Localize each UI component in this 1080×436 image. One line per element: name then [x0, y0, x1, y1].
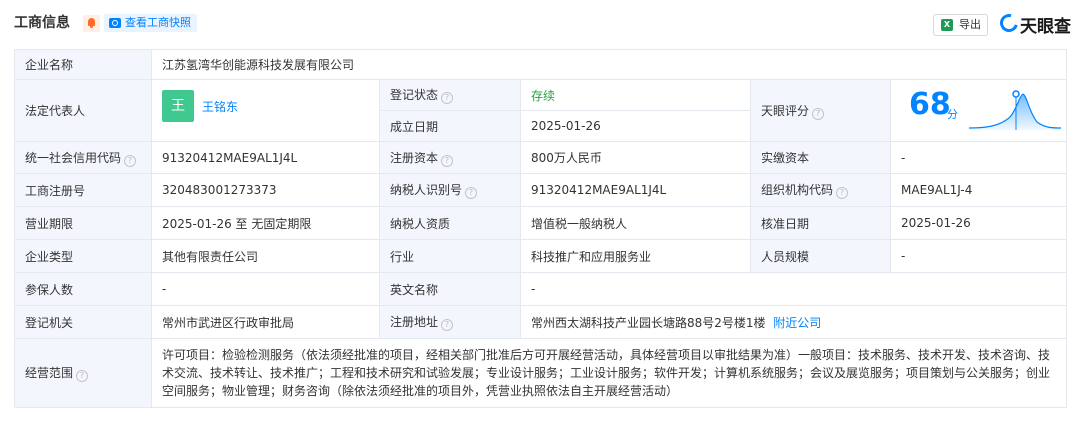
avatar[interactable]: 王: [162, 90, 194, 122]
help-icon[interactable]: ?: [441, 92, 454, 104]
paid-capital-value: -: [889, 141, 1068, 174]
score-marker-dot: [1012, 90, 1020, 98]
excel-icon: X: [941, 19, 953, 31]
approval-date-value: 2025-01-26: [889, 206, 1068, 240]
section-title: 工商信息: [14, 15, 70, 31]
table-row: 法定代表人 王 王铭东 登记状态? 存续 天眼评分? 68 分: [14, 79, 1068, 142]
taxpayer-id-label: 纳税人识别号: [390, 183, 463, 197]
scope-label-cell: 经营范围?: [14, 338, 152, 408]
view-snapshot-label: 查看工商快照: [125, 16, 191, 29]
table-row: 经营范围? 许可项目：检验检测服务（依法须经批准的项目，经相关部门批准后方可开展…: [14, 338, 1068, 408]
industry-value: 科技推广和应用服务业: [520, 239, 751, 273]
brand-name: 天眼查: [1020, 17, 1071, 37]
business-info-table: 企业名称 江苏氢湾华创能源科技发展有限公司 法定代表人 王 王铭东 登记状态? …: [14, 49, 1068, 408]
help-icon[interactable]: ?: [465, 187, 478, 199]
credit-code-label-cell: 统一社会信用代码?: [14, 141, 152, 174]
bell-icon[interactable]: [83, 15, 100, 32]
distribution-area: [969, 94, 1061, 130]
help-icon[interactable]: ?: [836, 187, 849, 199]
score-unit: 分: [947, 108, 958, 121]
reg-status-value: 存续: [520, 79, 751, 111]
help-icon[interactable]: ?: [812, 107, 825, 120]
taxpayer-qual-value: 增值税一般纳税人: [520, 206, 751, 240]
biz-reg-no-label: 工商注册号: [14, 173, 152, 207]
reg-capital-label: 注册资本: [390, 150, 439, 165]
industry-label: 行业: [379, 239, 521, 273]
scope-label: 经营范围: [25, 366, 74, 380]
help-icon[interactable]: ?: [441, 319, 454, 331]
org-code-label: 组织机构代码: [761, 183, 834, 197]
table-row: 统一社会信用代码? 91320412MAE9AL1J4L 注册资本? 800万人…: [14, 141, 1068, 174]
org-code-label-cell: 组织机构代码?: [750, 173, 891, 207]
reg-capital-value: 800万人民币: [520, 141, 751, 174]
view-snapshot-button[interactable]: 查看工商快照: [104, 14, 197, 32]
company-name-label: 企业名称: [14, 49, 152, 80]
insured-value: -: [151, 272, 380, 306]
reg-address-cell: 常州西太湖科技产业园长塘路88号2号楼1楼 附近公司: [519, 305, 1068, 339]
nearby-companies-link[interactable]: 附近公司: [773, 316, 821, 330]
table-row: 工商注册号 320483001273373 纳税人识别号? 91320412MA…: [14, 173, 1068, 207]
staff-size-value: -: [889, 239, 1068, 273]
export-label: 导出: [959, 18, 981, 31]
reg-address-label: 注册地址: [390, 315, 439, 329]
english-name-label: 英文名称: [379, 272, 521, 306]
camera-icon: [109, 18, 121, 28]
established-value: 2025-01-26: [520, 110, 751, 142]
brand-icon: [996, 10, 1022, 36]
score-cell[interactable]: 68 分: [889, 79, 1068, 142]
biz-reg-no-value: 320483001273373: [151, 173, 380, 207]
section-header: 工商信息 查看工商快照 X 导出 天眼查: [0, 0, 1080, 46]
established-label: 成立日期: [379, 110, 521, 142]
reg-authority-value: 常州市武进区行政审批局: [151, 305, 380, 339]
help-icon[interactable]: ?: [76, 370, 89, 382]
score-distribution-chart: [968, 90, 1062, 130]
biz-term-value: 2025-01-26 至 无固定期限: [151, 206, 380, 240]
table-row: 参保人数 - 英文名称 -: [14, 272, 1068, 306]
taxpayer-qual-label: 纳税人资质: [379, 206, 521, 240]
staff-size-label: 人员规模: [750, 239, 891, 273]
legal-rep-label: 法定代表人: [14, 79, 152, 142]
org-code-value: MAE9AL1J-4: [889, 173, 1068, 207]
credit-code-value: 91320412MAE9AL1J4L: [151, 141, 380, 174]
scope-value: 许可项目：检验检测服务（依法须经批准的项目，经相关部门批准后方可开展经营活动，具…: [150, 338, 1068, 408]
taxpayer-id-label-cell: 纳税人识别号?: [379, 173, 521, 207]
table-row: 登记机关 常州市武进区行政审批局 注册地址? 常州西太湖科技产业园长塘路88号2…: [14, 305, 1068, 339]
table-row: 营业期限 2025-01-26 至 无固定期限 纳税人资质 增值税一般纳税人 核…: [14, 206, 1068, 240]
export-button[interactable]: X 导出: [933, 14, 988, 36]
reg-address-label-cell: 注册地址?: [379, 305, 521, 339]
english-name-value: -: [519, 272, 1068, 306]
company-type-label: 企业类型: [14, 239, 152, 273]
help-icon[interactable]: ?: [124, 154, 137, 167]
company-type-value: 其他有限责任公司: [151, 239, 380, 273]
rating-label: 天眼评分: [761, 103, 810, 118]
brand-logo: 天眼查: [996, 10, 1076, 37]
reg-capital-label-cell: 注册资本?: [379, 141, 521, 174]
reg-status-label: 登记状态: [390, 88, 439, 102]
credit-code-label: 统一社会信用代码: [25, 150, 122, 165]
company-name-value: 江苏氢湾华创能源科技发展有限公司: [150, 49, 1068, 80]
approval-date-label: 核准日期: [750, 206, 891, 240]
biz-term-label: 营业期限: [14, 206, 152, 240]
legal-rep-cell: 王 王铭东: [151, 79, 380, 142]
legal-rep-name-link[interactable]: 王铭东: [202, 98, 238, 115]
reg-authority-label: 登记机关: [14, 305, 152, 339]
score-value: 68: [909, 87, 951, 122]
rating-label-cell: 天眼评分?: [750, 79, 891, 142]
table-row: 企业类型 其他有限责任公司 行业 科技推广和应用服务业 人员规模 -: [14, 239, 1068, 273]
table-row: 企业名称 江苏氢湾华创能源科技发展有限公司: [14, 49, 1068, 80]
help-icon[interactable]: ?: [441, 154, 454, 167]
paid-capital-label: 实缴资本: [750, 141, 891, 174]
reg-address-value: 常州西太湖科技产业园长塘路88号2号楼1楼: [531, 315, 766, 330]
reg-status-label-cell: 登记状态?: [379, 79, 521, 111]
insured-label: 参保人数: [14, 272, 152, 306]
taxpayer-id-value: 91320412MAE9AL1J4L: [520, 173, 751, 207]
